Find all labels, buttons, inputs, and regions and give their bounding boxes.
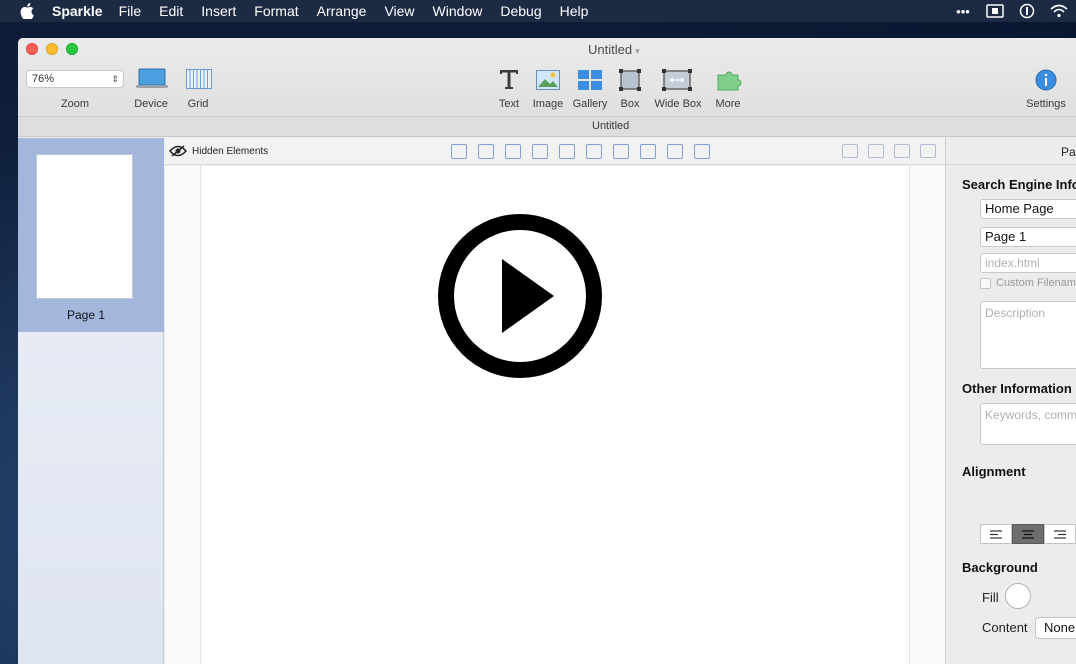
wifi-icon[interactable] <box>1050 3 1068 19</box>
menu-help[interactable]: Help <box>560 3 589 19</box>
content-label: Content <box>982 620 1028 635</box>
alignment-segmented-control <box>980 524 1076 544</box>
bring-front-icon[interactable] <box>842 144 858 158</box>
window-title[interactable]: Untitled ▾ <box>588 42 640 57</box>
align-right-button[interactable] <box>1044 524 1076 544</box>
fill-color-well[interactable] <box>1005 583 1031 609</box>
chevron-down-icon: ▾ <box>635 46 640 56</box>
device-label: Device <box>134 98 168 110</box>
wide-box-tool-icon[interactable] <box>662 69 692 96</box>
window-controls <box>26 43 78 55</box>
align-center-button[interactable] <box>1012 524 1044 544</box>
text-align-left-icon <box>990 529 1002 539</box>
align-left-button[interactable] <box>980 524 1012 544</box>
page-type-select[interactable]: Home Page <box>980 199 1076 219</box>
stepper-icon: ⇕ <box>111 74 119 84</box>
align-bottom-icon[interactable] <box>586 144 602 159</box>
puzzle-piece-icon[interactable] <box>716 69 744 96</box>
box-tool-label: Box <box>620 98 640 110</box>
custom-filename-label: Custom Filename <box>996 277 1076 289</box>
box-tool-icon[interactable] <box>619 69 641 96</box>
image-tool-icon[interactable] <box>536 70 560 95</box>
grid-icon[interactable] <box>186 69 212 94</box>
arrange-tools <box>842 144 936 158</box>
match-height-icon[interactable] <box>694 144 710 159</box>
bring-forward-icon[interactable] <box>868 144 884 158</box>
align-middle-icon[interactable] <box>559 144 575 159</box>
menu-window[interactable]: Window <box>433 3 483 19</box>
text-tool-icon[interactable] <box>499 68 519 95</box>
content-select[interactable]: None <box>1035 617 1076 639</box>
checkbox-box <box>980 277 991 289</box>
gallery-tool-label: Gallery <box>572 98 608 110</box>
inspector-divider <box>946 164 1076 165</box>
align-right-icon[interactable] <box>505 144 521 159</box>
match-width-icon[interactable] <box>667 144 683 159</box>
menu-edit[interactable]: Edit <box>159 3 183 19</box>
align-center-icon[interactable] <box>478 144 494 159</box>
document-tab-bar: Untitled <box>18 116 1076 137</box>
alignment-tools <box>451 144 710 159</box>
custom-filename-checkbox[interactable]: Custom Filename <box>980 277 1076 289</box>
send-back-icon[interactable] <box>920 144 936 158</box>
menu-insert[interactable]: Insert <box>201 3 236 19</box>
toolbar: Untitled ▾ 76% ⇕ Zoom Device Grid Text Im… <box>18 38 1076 137</box>
apple-logo-icon[interactable] <box>18 2 36 20</box>
close-button[interactable] <box>26 43 38 55</box>
hidden-elements-label: Hidden Elements <box>192 145 269 157</box>
distribute-vertical-icon[interactable] <box>640 144 656 159</box>
background-heading: Background <box>962 560 1038 575</box>
page-item-selected[interactable]: Page 1 <box>18 138 164 332</box>
inspector-tab-page[interactable]: Pa <box>1061 145 1076 159</box>
fill-label: Fill <box>982 590 999 605</box>
other-info-heading: Other Information <box>962 381 1072 396</box>
zoom-value: 76% <box>32 73 55 85</box>
document-tab[interactable]: Untitled <box>592 117 629 136</box>
alignment-heading: Alignment <box>962 464 1026 479</box>
description-field[interactable]: Description <box>980 301 1076 369</box>
device-icon[interactable] <box>136 68 168 95</box>
editor-toolbar: Hidden Elements <box>165 138 945 165</box>
wide-box-tool-label: Wide Box <box>654 98 702 110</box>
align-top-icon[interactable] <box>532 144 548 159</box>
menu-debug[interactable]: Debug <box>500 3 541 19</box>
search-engine-heading: Search Engine Info <box>962 177 1076 192</box>
window-title-text: Untitled <box>588 42 633 57</box>
menu-app-name[interactable]: Sparkle <box>52 3 103 19</box>
grid-label: Grid <box>187 98 209 110</box>
info-circle-icon[interactable] <box>1018 3 1036 19</box>
align-left-icon[interactable] <box>451 144 467 159</box>
screen-record-icon[interactable] <box>986 3 1004 19</box>
text-tool-label: Text <box>498 98 520 110</box>
text-align-center-icon <box>1022 529 1034 539</box>
page-name: Page 1 <box>66 308 106 322</box>
zoom-label: Zoom <box>60 98 90 110</box>
filename-field[interactable]: index.html <box>980 253 1076 273</box>
hidden-elements-toggle[interactable]: Hidden Elements <box>169 145 268 157</box>
image-tool-label: Image <box>532 98 564 110</box>
gallery-tool-icon[interactable] <box>578 70 602 95</box>
page-title-field[interactable]: Page 1 <box>980 227 1076 247</box>
send-backward-icon[interactable] <box>894 144 910 158</box>
menu-bar: Sparkle File Edit Insert Format Arrange … <box>0 0 1076 22</box>
distribute-horizontal-icon[interactable] <box>613 144 629 159</box>
minimize-button[interactable] <box>46 43 58 55</box>
inspector-panel: Pa Search Engine Info Home Page Page 1 i… <box>945 138 1076 664</box>
page-list: Page 1 <box>18 138 164 664</box>
page-thumbnail[interactable] <box>36 154 133 299</box>
more-tool-label: More <box>715 98 741 110</box>
menu-format[interactable]: Format <box>254 3 298 19</box>
settings-label: Settings <box>1026 98 1066 110</box>
menu-arrange[interactable]: Arrange <box>317 3 367 19</box>
zoom-select[interactable]: 76% ⇕ <box>26 70 124 88</box>
keywords-field[interactable]: Keywords, comm <box>980 403 1076 445</box>
more-icon[interactable]: ••• <box>954 3 972 19</box>
menu-file[interactable]: File <box>119 3 142 19</box>
hidden-eye-icon <box>169 145 187 157</box>
text-align-right-icon <box>1054 529 1066 539</box>
settings-info-icon[interactable] <box>1035 69 1057 96</box>
menu-view[interactable]: View <box>384 3 414 19</box>
play-button-icon[interactable] <box>438 214 602 378</box>
maximize-button[interactable] <box>66 43 78 55</box>
